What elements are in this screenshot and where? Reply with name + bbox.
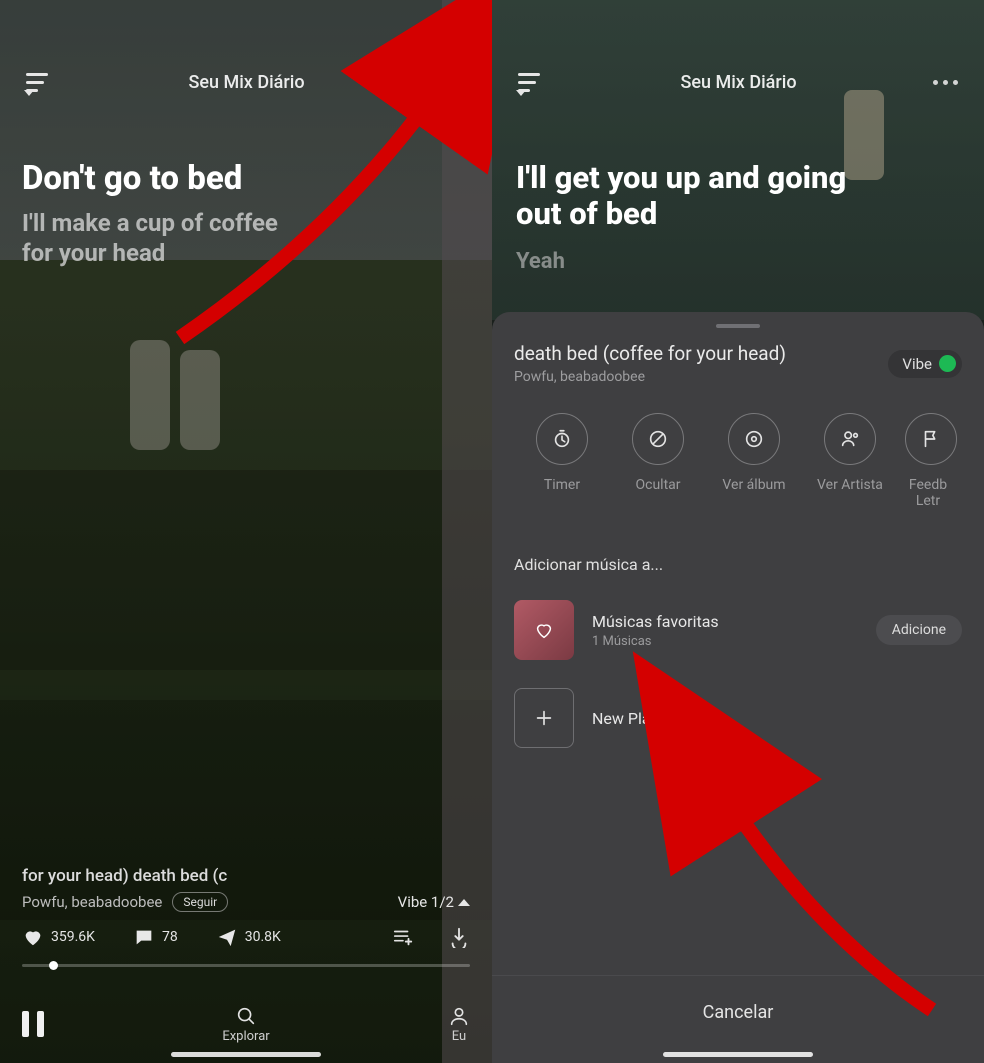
hide-action[interactable]: Ocultar (610, 413, 706, 509)
vibe-toggle-pill[interactable]: Vibe (888, 350, 962, 378)
favorites-thumb (514, 600, 574, 660)
heart-outline-icon (533, 619, 555, 641)
sheet-grabber[interactable] (716, 324, 760, 328)
more-icon[interactable] (441, 80, 466, 85)
home-indicator (663, 1052, 813, 1057)
vibe-status-dot (939, 355, 956, 372)
queue-icon[interactable] (518, 72, 544, 92)
artist-action[interactable]: Ver Artista (802, 413, 898, 509)
player: for your head) death bed (c Powfu, beaba… (0, 866, 492, 1063)
like-button[interactable]: 359.6K (22, 926, 95, 948)
lyric-current: I'll get you up and going out of bed (516, 160, 964, 231)
follow-button[interactable]: Seguir (172, 892, 228, 912)
lyric-next: I'll make a cup of coffee for your head (22, 208, 470, 268)
feedback-action[interactable]: Feedb Letr (898, 413, 958, 509)
home-indicator (171, 1052, 321, 1057)
share-button[interactable]: 30.8K (216, 926, 281, 948)
bottom-sheet: death bed (coffee for your head) Powfu, … (492, 312, 984, 1063)
comment-icon (133, 926, 155, 948)
album-icon (743, 428, 765, 450)
song-title: for your head) death bed (c (22, 866, 227, 886)
progress-bar[interactable] (22, 964, 470, 967)
lyric-later: Yeah (516, 249, 964, 274)
song-artist: Powfu, beabadoobee (22, 893, 162, 911)
playlist-add-icon[interactable] (392, 926, 414, 948)
lyrics-block: I'll get you up and going out of bed Yea… (516, 160, 964, 274)
page-title: Seu Mix Diário (188, 72, 304, 93)
new-playlist-label: New Playlist (592, 709, 679, 728)
search-icon (235, 1005, 257, 1027)
vibe-toggle[interactable]: Vibe 1/2 (398, 893, 470, 911)
left-screenshot: Seu Mix Diário Don't go to bed I'll make… (0, 0, 492, 1063)
me-tab[interactable]: Eu (448, 1005, 470, 1044)
user-icon (448, 1005, 470, 1027)
comment-button[interactable]: 78 (133, 926, 178, 948)
favorites-playlist-row[interactable]: Músicas favoritas 1 Músicas Adicione (492, 592, 984, 668)
favorites-count: 1 Músicas (592, 634, 719, 649)
explore-tab[interactable]: Explorar (222, 1005, 269, 1044)
hide-icon (647, 428, 669, 450)
artist-icon (839, 428, 861, 450)
page-title: Seu Mix Diário (680, 72, 796, 93)
engagement-row: 359.6K 78 30.8K (22, 926, 470, 948)
share-icon (216, 926, 238, 948)
right-topbar: Seu Mix Diário (492, 60, 984, 104)
flag-icon (920, 428, 942, 450)
chevron-up-icon (458, 899, 470, 906)
queue-icon[interactable] (26, 72, 52, 92)
pause-button[interactable] (22, 1011, 44, 1037)
more-icon[interactable] (933, 80, 958, 85)
right-screenshot: Seu Mix Diário I'll get you up and going… (492, 0, 984, 1063)
sheet-actions-row: Timer Ocultar Ver álbum Ver Artista Feed… (492, 393, 984, 527)
sheet-song-artist: Powfu, beabadoobee (514, 369, 786, 385)
new-playlist-row[interactable]: New Playlist (492, 680, 984, 756)
timer-action[interactable]: Timer (514, 413, 610, 509)
download-icon[interactable] (448, 926, 470, 948)
favorites-name: Músicas favoritas (592, 612, 719, 631)
new-playlist-thumb (514, 688, 574, 748)
timer-icon (551, 428, 573, 450)
add-section-label: Adicionar música a... (492, 527, 984, 592)
lyrics-block: Don't go to bed I'll make a cup of coffe… (22, 160, 470, 268)
album-action[interactable]: Ver álbum (706, 413, 802, 509)
left-topbar: Seu Mix Diário (0, 60, 492, 104)
plus-icon (533, 707, 555, 729)
cancel-button[interactable]: Cancelar (492, 975, 984, 1063)
lyric-current: Don't go to bed (22, 160, 470, 198)
heart-icon (22, 926, 44, 948)
add-button[interactable]: Adicione (876, 615, 962, 645)
sheet-song-title: death bed (coffee for your head) (514, 342, 786, 365)
